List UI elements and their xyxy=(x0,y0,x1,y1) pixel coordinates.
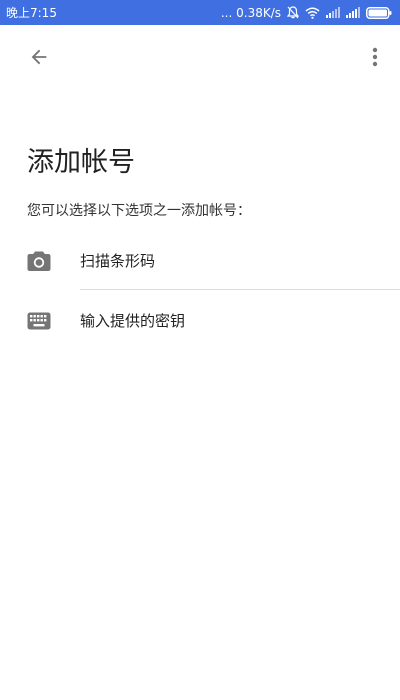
status-time: 晚上7:15 xyxy=(6,6,57,20)
page-subtitle: 您可以选择以下选项之一添加帐号： xyxy=(27,203,251,219)
scan-barcode-option[interactable]: 扫描条形码 xyxy=(0,232,400,290)
status-bar: 晚上7:15 ... 0.38K/s xyxy=(0,0,400,25)
camera-icon xyxy=(27,249,51,273)
app-bar xyxy=(0,25,400,93)
arrow-left-icon xyxy=(28,46,50,72)
back-button[interactable] xyxy=(20,40,58,78)
screen: 晚上7:15 ... 0.38K/s 添加帐号 您可以选择以下选项之一添加帐号：… xyxy=(0,0,400,700)
bell-muted-icon xyxy=(287,6,299,19)
more-options-button[interactable] xyxy=(356,40,394,78)
enter-key-label: 输入提供的密钥 xyxy=(80,312,186,330)
network-speed: ... 0.38K/s xyxy=(220,5,281,20)
keyboard-icon xyxy=(27,309,51,333)
enter-key-option[interactable]: 输入提供的密钥 xyxy=(0,292,400,350)
page-title: 添加帐号 xyxy=(27,147,135,178)
signal-icon xyxy=(346,7,360,18)
signal-icon xyxy=(326,7,340,18)
scan-barcode-label: 扫描条形码 xyxy=(80,252,156,270)
battery-icon xyxy=(366,6,392,19)
wifi-icon xyxy=(305,7,320,19)
more-vert-icon xyxy=(372,46,378,72)
divider xyxy=(80,289,400,290)
